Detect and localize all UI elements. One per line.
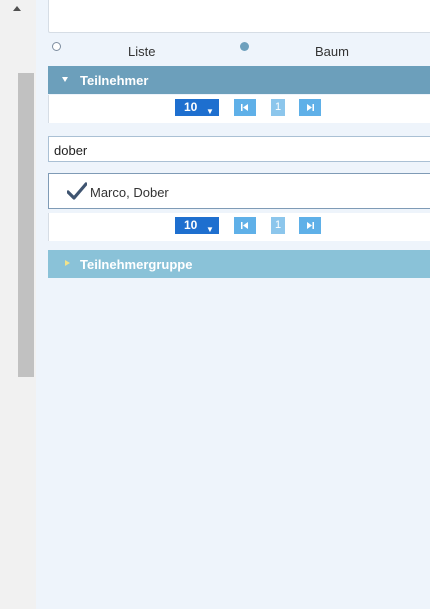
radio-liste[interactable] bbox=[52, 42, 61, 51]
scroll-up-arrow-icon[interactable] bbox=[13, 6, 21, 11]
last-page-icon bbox=[307, 104, 314, 111]
last-page-button[interactable] bbox=[299, 99, 321, 116]
page-size-value: 10 bbox=[184, 218, 198, 232]
vertical-scrollbar[interactable] bbox=[0, 0, 36, 609]
view-mode-radio-group: Liste Baum bbox=[36, 38, 430, 60]
result-list-item[interactable]: Marco, Dober bbox=[48, 173, 430, 209]
first-page-icon bbox=[241, 104, 248, 111]
participant-selection-panel: Liste Baum Teilnehmer 10 ▼ 1 dober Marco… bbox=[36, 0, 430, 609]
page-size-select[interactable]: 10 ▼ bbox=[175, 217, 219, 234]
radio-baum-label[interactable]: Baum bbox=[315, 44, 349, 59]
first-page-button[interactable] bbox=[234, 217, 256, 234]
current-page-button[interactable]: 1 bbox=[271, 217, 285, 234]
radio-baum[interactable] bbox=[240, 42, 249, 51]
teilnehmer-header-label: Teilnehmer bbox=[80, 73, 149, 88]
current-page-button[interactable]: 1 bbox=[271, 99, 285, 116]
teilnehmer-pager-bottom: 10 ▼ 1 bbox=[48, 213, 430, 241]
dropdown-caret-icon: ▼ bbox=[206, 107, 214, 116]
page-size-select[interactable]: 10 ▼ bbox=[175, 99, 219, 116]
first-page-icon bbox=[241, 222, 248, 229]
last-page-button[interactable] bbox=[299, 217, 321, 234]
teilnehmer-pager-top: 10 ▼ 1 bbox=[48, 95, 430, 123]
expand-arrow-down-icon bbox=[62, 77, 68, 82]
first-page-button[interactable] bbox=[234, 99, 256, 116]
result-item-label: Marco, Dober bbox=[90, 185, 169, 200]
dropdown-caret-icon: ▼ bbox=[206, 225, 214, 234]
top-input-box[interactable] bbox=[48, 0, 430, 33]
checkmark-icon[interactable] bbox=[67, 182, 87, 200]
teilnehmer-section-header[interactable]: Teilnehmer bbox=[48, 66, 430, 94]
last-page-icon bbox=[307, 222, 314, 229]
radio-liste-label[interactable]: Liste bbox=[128, 44, 155, 59]
teilnehmergruppe-section-header[interactable]: Teilnehmergruppe bbox=[48, 250, 430, 278]
page-size-value: 10 bbox=[184, 100, 198, 114]
expand-arrow-right-icon bbox=[65, 260, 70, 266]
scroll-thumb[interactable] bbox=[18, 73, 34, 377]
teilnehmergruppe-header-label: Teilnehmergruppe bbox=[80, 257, 193, 272]
teilnehmer-search-input[interactable]: dober bbox=[48, 136, 430, 162]
